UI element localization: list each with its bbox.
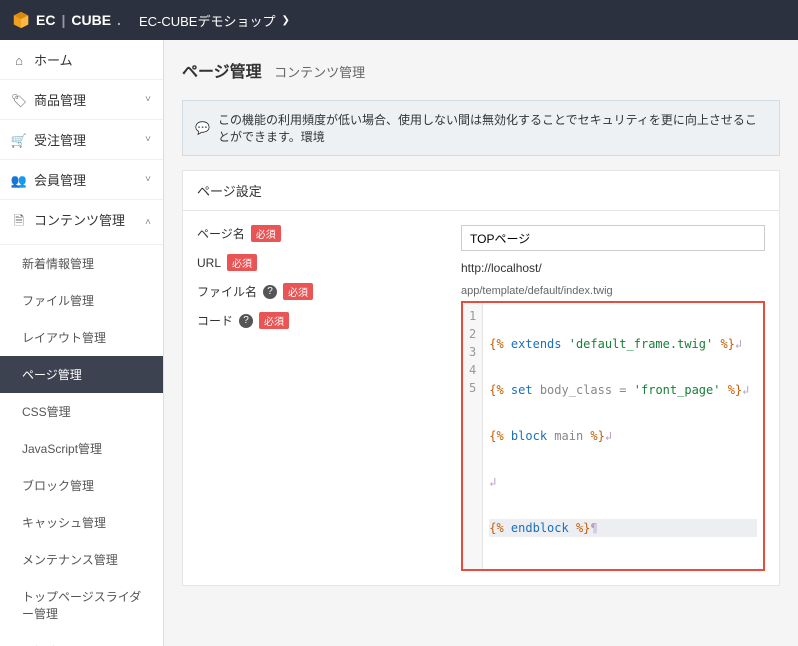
label-text: コード <box>197 312 233 329</box>
form-panel: ページ名 必須 URL 必須 ファイル名 ? 必須 コード <box>182 210 780 586</box>
sidebar-item-members[interactable]: 👥 会員管理 ˅ <box>0 160 163 200</box>
logo-text-2: CUBE <box>71 12 111 28</box>
label-page-name: ページ名 必須 <box>197 225 281 242</box>
sidebar-sub-block[interactable]: ブロック管理 <box>0 467 163 504</box>
cart-icon: 🛒 <box>12 133 26 149</box>
code-line: {% block main %}↲ <box>489 427 757 445</box>
code-line: {% set body_class = 'front_page' %}↲ <box>489 381 757 399</box>
tag-icon: 🏷 <box>12 93 26 109</box>
sidebar-sub-css[interactable]: CSS管理 <box>0 393 163 430</box>
help-icon[interactable]: ? <box>263 285 277 299</box>
code-line: {% endblock %}¶ <box>489 519 757 537</box>
label-text: URL <box>197 256 221 270</box>
info-alert: 💬 この機能の利用頻度が低い場合、使用しない間は無効化することでセキュリティを更… <box>182 100 780 156</box>
main-content: ページ管理 コンテンツ管理 💬 この機能の利用頻度が低い場合、使用しない間は無効… <box>164 40 798 646</box>
line-number: 5 <box>469 379 476 397</box>
home-icon: ⌂ <box>12 53 26 68</box>
sidebar-item-products[interactable]: 🏷 商品管理 ˅ <box>0 80 163 120</box>
line-number: 1 <box>469 307 476 325</box>
sidebar-sub-slider[interactable]: トップページスライダー管理 <box>0 578 163 632</box>
label-file-name: ファイル名 ? 必須 <box>197 283 313 300</box>
chevron-up-icon: ˄ <box>145 217 151 228</box>
sidebar-item-orders[interactable]: 🛒 受注管理 ˅ <box>0 120 163 160</box>
sidebar-item-label: ホーム <box>34 53 73 68</box>
line-number: 3 <box>469 343 476 361</box>
required-badge: 必須 <box>251 225 281 242</box>
logo[interactable]: EC | CUBE . <box>12 11 121 29</box>
sidebar-item-settings[interactable]: ⚙設定 ˅ <box>0 632 163 646</box>
sidebar-item-content[interactable]: 🗎 コンテンツ管理 ˄ <box>0 200 163 245</box>
form-values-col: http://localhost/ app/template/default/i… <box>461 225 765 571</box>
sidebar-item-label: 商品管理 <box>34 93 86 108</box>
label-text: ページ名 <box>197 225 245 242</box>
sidebar-item-label: コンテンツ管理 <box>34 213 125 228</box>
line-number: 2 <box>469 325 476 343</box>
sidebar-sub-cache[interactable]: キャッシュ管理 <box>0 504 163 541</box>
chevron-right-icon: ❯ <box>281 15 289 26</box>
comment-icon: 💬 <box>195 121 210 135</box>
sidebar-sub-layout[interactable]: レイアウト管理 <box>0 319 163 356</box>
code-line: {% extends 'default_frame.twig' %}↲ <box>489 335 757 353</box>
page-title-sub: コンテンツ管理 <box>274 65 365 80</box>
shop-name-link[interactable]: EC-CUBEデモショップ ❯ <box>139 11 290 30</box>
code-body[interactable]: {% extends 'default_frame.twig' %}↲ {% s… <box>483 303 763 569</box>
sidebar-sub-page[interactable]: ページ管理 <box>0 356 163 393</box>
required-badge: 必須 <box>227 254 257 271</box>
logo-divider: | <box>61 12 65 28</box>
label-code: コード ? 必須 <box>197 312 289 329</box>
form-labels-col: ページ名 必須 URL 必須 ファイル名 ? 必須 コード <box>197 225 437 571</box>
code-line: ↲ <box>489 473 757 491</box>
section-title: ページ設定 <box>182 170 780 210</box>
sidebar-sub-js[interactable]: JavaScript管理 <box>0 430 163 467</box>
chevron-down-icon: ˅ <box>145 94 151 105</box>
url-value: http://localhost/ <box>461 261 765 275</box>
logo-dot: . <box>117 12 121 28</box>
code-editor[interactable]: 1 2 3 4 5 {% extends 'default_frame.twig… <box>461 301 765 571</box>
help-icon[interactable]: ? <box>239 314 253 328</box>
required-badge: 必須 <box>283 283 313 300</box>
sidebar-sub-maintenance[interactable]: メンテナンス管理 <box>0 541 163 578</box>
chevron-down-icon: ˅ <box>145 174 151 185</box>
shop-name-text: EC-CUBEデモショップ <box>139 11 276 30</box>
sidebar-item-label: 受注管理 <box>34 133 86 148</box>
users-icon: 👥 <box>12 173 26 189</box>
sidebar-item-label: 会員管理 <box>34 173 86 188</box>
alert-text: この機能の利用頻度が低い場合、使用しない間は無効化することでセキュリティを更に向… <box>218 111 767 145</box>
label-url: URL 必須 <box>197 254 257 271</box>
line-number: 4 <box>469 361 476 379</box>
label-text: ファイル名 <box>197 283 257 300</box>
page-name-input[interactable] <box>461 225 765 251</box>
logo-text-1: EC <box>36 12 55 28</box>
code-gutter: 1 2 3 4 5 <box>463 303 483 569</box>
page-title: ページ管理 コンテンツ管理 <box>182 58 780 82</box>
page-title-main: ページ管理 <box>182 64 262 81</box>
sidebar-sub-news[interactable]: 新着情報管理 <box>0 245 163 282</box>
file-path: app/template/default/index.twig <box>461 285 765 297</box>
sidebar-sub-file[interactable]: ファイル管理 <box>0 282 163 319</box>
required-badge: 必須 <box>259 312 289 329</box>
cube-icon <box>12 11 30 29</box>
chevron-down-icon: ˅ <box>145 134 151 145</box>
sidebar: ⌂ホーム 🏷商品管理 ˅ 🛒受注管理 ˅ 👥会員管理 ˅ 🗎コンテンツ管理 ˄ … <box>0 40 164 646</box>
sidebar-item-home[interactable]: ⌂ ホーム <box>0 40 163 80</box>
file-icon: 🗎 <box>12 212 26 234</box>
app-header: EC | CUBE . EC-CUBEデモショップ ❯ <box>0 0 798 40</box>
